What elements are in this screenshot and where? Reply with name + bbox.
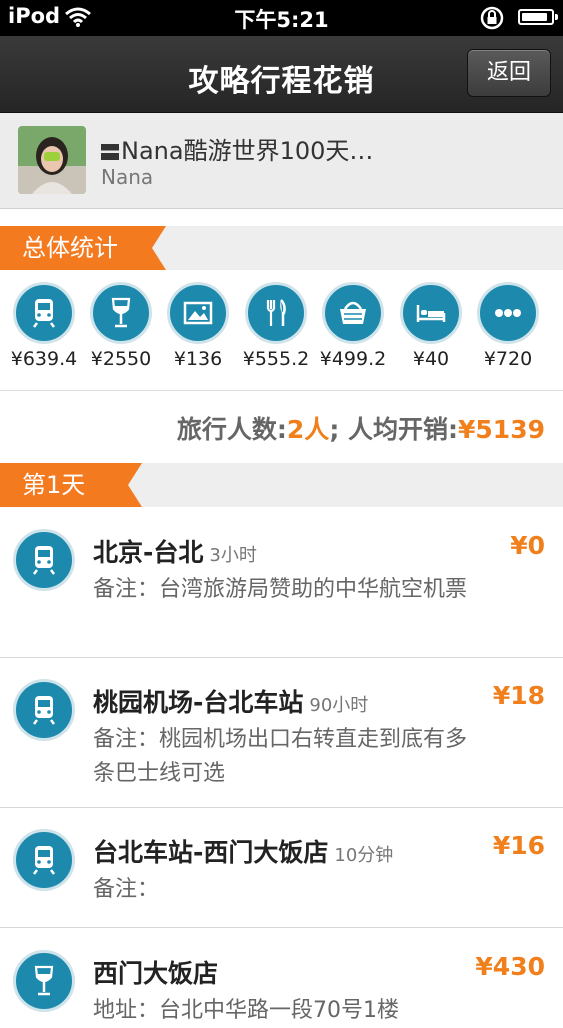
rotation-lock-icon [479, 6, 505, 34]
entry-note: 备注：桃园机场出口右转直走到底有多条巴士线可选 [93, 727, 468, 786]
flag-icon [101, 144, 119, 160]
author-name: Nana [101, 165, 154, 189]
entry-note: 地址：台北中华路一段70号1楼 [93, 998, 399, 1023]
train-icon [13, 679, 75, 741]
picture-icon [167, 282, 229, 344]
battery-icon [518, 9, 558, 25]
trip-title-text: Nana酷游世界100天… [121, 137, 374, 165]
entry-duration: 3小时 [209, 545, 257, 566]
back-button[interactable]: 返回 [467, 49, 551, 97]
entry-duration: 10分钟 [334, 845, 394, 866]
trip-summary: 旅行人数:2人; 人均开销:¥5139 [177, 410, 545, 446]
list-item[interactable]: 桃园机场-台北车站 90小时 ¥18 备注：桃园机场出口右转直走到底有多条巴士线可… [0, 657, 563, 808]
category-food[interactable]: ¥555.2 [237, 282, 315, 370]
category-value: ¥2550 [90, 348, 152, 370]
category-other[interactable]: ¥720 [469, 282, 547, 370]
category-lodging[interactable]: ¥40 [392, 282, 470, 370]
people-label: 旅行人数: [176, 415, 287, 444]
category-value: ¥555.2 [242, 348, 310, 370]
entry-note: 备注：台湾旅游局赞助的中华航空机票 [93, 577, 468, 602]
category-value: ¥40 [412, 348, 450, 370]
entry-note: 备注： [93, 877, 160, 902]
entry-title: 桃园机场-台北车站 90小时 [93, 683, 368, 719]
category-sightseeing[interactable]: ¥136 [159, 282, 237, 370]
list-item[interactable]: 北京-台北 3小时 ¥0 备注：台湾旅游局赞助的中华航空机票 [0, 507, 563, 658]
entry-name: 北京-台北 [93, 538, 204, 567]
avatar[interactable] [18, 126, 86, 194]
day-ribbon: 第1天 [0, 463, 142, 507]
entry-duration: 90小时 [309, 695, 369, 716]
wine-glass-icon [13, 950, 75, 1012]
category-totals: ¥639.4 ¥2550 ¥136 ¥555.2 ¥499.2 ¥40 ¥720 [0, 272, 563, 391]
train-icon [13, 282, 75, 344]
nav-bar: 攻略行程花销 返回 [0, 36, 563, 113]
wine-glass-icon [90, 282, 152, 344]
train-icon [13, 829, 75, 891]
entry-name: 台北车站-西门大饭店 [93, 838, 329, 867]
more-icon [477, 282, 539, 344]
entry-title: 北京-台北 3小时 [93, 533, 257, 569]
fork-knife-icon [245, 282, 307, 344]
category-value: ¥639.4 [10, 348, 78, 370]
day-section-header: 第1天 [0, 463, 563, 507]
category-value: ¥720 [483, 348, 533, 370]
battery-fill [522, 13, 548, 21]
overall-section-header: 总体统计 [0, 226, 563, 270]
train-icon [13, 529, 75, 591]
category-drinks[interactable]: ¥2550 [82, 282, 160, 370]
overall-ribbon: 总体统计 [0, 226, 166, 270]
category-shopping[interactable]: ¥499.2 [314, 282, 392, 370]
entry-title: 西门大饭店 [93, 954, 218, 990]
trip-header[interactable]: Nana酷游世界100天… Nana [0, 113, 563, 209]
avg-label: ; 人均开销: [329, 415, 459, 444]
list-item[interactable]: 西门大饭店 ¥430 地址：台北中华路一段70号1楼 [0, 928, 563, 1023]
category-transport[interactable]: ¥639.4 [5, 282, 83, 370]
entry-price: ¥430 [475, 952, 545, 981]
entry-price: ¥0 [510, 531, 545, 560]
bed-icon [400, 282, 462, 344]
entry-price: ¥18 [492, 681, 545, 710]
list-item[interactable]: 台北车站-西门大饭店 10分钟 ¥16 备注： [0, 807, 563, 928]
entry-title: 台北车站-西门大饭店 10分钟 [93, 833, 393, 869]
category-value: ¥136 [173, 348, 223, 370]
category-value: ¥499.2 [319, 348, 387, 370]
basket-icon [322, 282, 384, 344]
entry-name: 西门大饭店 [93, 959, 219, 988]
status-bar: iPod 下午5:21 [0, 0, 563, 36]
avg-cost: ¥5139 [458, 415, 545, 444]
trip-title: Nana酷游世界100天… [101, 131, 373, 166]
people-count: 2人 [286, 415, 330, 444]
entry-price: ¥16 [492, 831, 545, 860]
entry-name: 桃园机场-台北车站 [93, 688, 304, 717]
